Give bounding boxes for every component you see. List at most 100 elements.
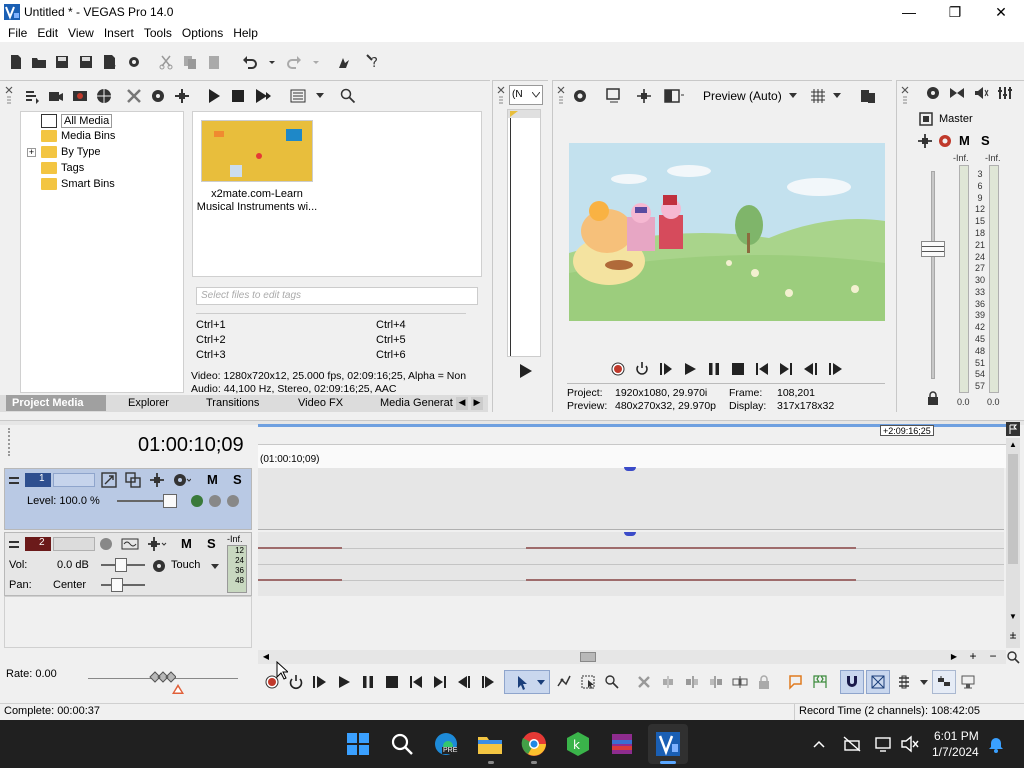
chevron-down-icon[interactable] xyxy=(920,680,928,686)
zoom-out-horizontal-button[interactable]: − xyxy=(986,650,1000,664)
video-output-fx-icon[interactable] xyxy=(635,87,653,105)
remove-media-icon[interactable] xyxy=(126,88,142,104)
split-screen-view-icon[interactable] xyxy=(663,87,685,105)
preview-close-icon[interactable] xyxy=(556,85,566,107)
save-as-icon[interactable] xyxy=(78,54,94,70)
tab-media-generators[interactable]: Media Generat xyxy=(374,395,459,411)
clock-date[interactable]: 1/7/2024 xyxy=(932,745,979,759)
tab-explorer[interactable]: Explorer xyxy=(122,395,175,411)
tree-item-all-media[interactable]: All Media xyxy=(41,114,113,128)
track1-mute-button[interactable]: M xyxy=(207,472,218,487)
master-fx-icon[interactable] xyxy=(917,133,933,149)
close-button[interactable]: ✕ xyxy=(978,0,1024,24)
track1-solo-button[interactable]: S xyxy=(233,472,242,487)
split-icon[interactable] xyxy=(732,674,748,690)
zoom-tool-icon[interactable] xyxy=(1006,650,1020,664)
preview-quality-dropdown[interactable]: Preview (Auto) xyxy=(703,89,782,103)
scroll-thumb[interactable] xyxy=(580,652,596,662)
arm-for-record-icon[interactable] xyxy=(99,537,113,551)
lock-envelopes-icon[interactable] xyxy=(960,674,976,690)
whats-this-help-icon[interactable]: ? xyxy=(366,54,382,70)
clock-time[interactable]: 6:01 PM xyxy=(934,729,979,743)
tabs-scroll-right-button[interactable]: ▶ xyxy=(471,397,483,410)
undo-dropdown-icon[interactable] xyxy=(268,54,276,70)
track-header-video-1[interactable]: 1 M S Level: 100.0 % xyxy=(4,468,252,530)
menu-insert[interactable]: Insert xyxy=(100,26,138,40)
winrar-icon[interactable] xyxy=(608,730,636,758)
file-explorer-icon[interactable] xyxy=(476,730,504,758)
scroll-up-button[interactable]: ▲ xyxy=(1006,438,1020,452)
tab-project-media[interactable]: Project Media xyxy=(6,395,106,411)
save-icon[interactable] xyxy=(54,54,70,70)
minimize-button[interactable]: — xyxy=(886,0,932,24)
start-preview-icon[interactable] xyxy=(206,88,222,104)
ruler-ticks-area[interactable] xyxy=(258,444,1006,468)
master-close-icon[interactable] xyxy=(900,85,910,107)
copy-icon[interactable] xyxy=(182,54,198,70)
preview-go-to-end-icon[interactable] xyxy=(779,362,793,376)
preview-properties-gear-icon[interactable] xyxy=(571,87,589,105)
delete-icon[interactable] xyxy=(636,674,652,690)
previous-frame-icon[interactable] xyxy=(456,674,472,690)
preview-go-to-start-icon[interactable] xyxy=(755,362,769,376)
chevron-down-icon[interactable] xyxy=(833,93,841,99)
interactive-tutorials-icon[interactable] xyxy=(336,54,352,70)
track-blend-modes-icon[interactable] xyxy=(189,493,243,509)
properties-gear-icon[interactable] xyxy=(126,54,142,70)
play-icon[interactable] xyxy=(336,674,352,690)
notification-bell-icon[interactable] xyxy=(988,735,1004,753)
trimmer-timeline[interactable] xyxy=(507,109,541,357)
play-from-start-icon[interactable] xyxy=(312,674,328,690)
track-compositing-icon[interactable] xyxy=(125,472,141,488)
marker-flag-icon[interactable] xyxy=(1006,422,1020,436)
track-header-audio-2[interactable]: 2 M S -Inf. 12 24 36 48 Vol: 0.0 dB Touc… xyxy=(4,532,252,596)
mixer-speaker-icon[interactable] xyxy=(973,85,989,101)
shortcut-ctrl-6[interactable]: Ctrl+6 xyxy=(376,349,406,361)
mixer-downmix-icon[interactable] xyxy=(949,85,965,101)
track-lane-audio-2[interactable] xyxy=(258,532,1004,596)
menu-view[interactable]: View xyxy=(64,26,98,40)
lock-event-icon[interactable] xyxy=(756,674,772,690)
trimmer-play-icon[interactable] xyxy=(519,363,533,379)
auto-ripple-button[interactable] xyxy=(932,670,956,694)
kaspersky-icon[interactable]: k xyxy=(564,730,592,758)
master-mute-button[interactable]: M xyxy=(959,133,970,148)
tree-item-by-type[interactable]: By Type xyxy=(41,146,101,158)
windows-start-icon[interactable] xyxy=(344,730,372,758)
selection-edit-tool-icon[interactable] xyxy=(580,674,596,690)
timeline-horizontal-scrollbar[interactable]: ◀ ▶ + − xyxy=(258,650,1006,664)
display-icon[interactable] xyxy=(874,735,894,753)
tabs-scroll-left-button[interactable]: ◀ xyxy=(456,397,468,410)
redo-dropdown-icon[interactable] xyxy=(312,54,320,70)
zoom-in-horizontal-button[interactable]: + xyxy=(966,650,980,664)
scroll-right-button[interactable]: ▶ xyxy=(948,650,960,664)
track-name-field[interactable] xyxy=(53,473,95,487)
media-fx-icon[interactable] xyxy=(174,88,190,104)
master-solo-button[interactable]: S xyxy=(981,133,990,148)
search-icon[interactable] xyxy=(388,730,416,758)
track2-pan-slider-handle[interactable] xyxy=(111,578,123,592)
preview-play-icon[interactable] xyxy=(683,362,697,376)
panel-close-icon[interactable] xyxy=(4,85,14,107)
trimmer-history-dropdown[interactable]: (N xyxy=(509,85,543,105)
copy-snapshot-icon[interactable] xyxy=(859,87,877,105)
tree-item-smart-bins[interactable]: Smart Bins xyxy=(41,178,115,190)
volume-muted-icon[interactable] xyxy=(900,735,920,753)
get-media-from-device-icon[interactable] xyxy=(72,88,88,104)
track-list-empty-area[interactable] xyxy=(4,596,252,648)
track-gear-icon[interactable] xyxy=(173,472,191,488)
lock-icon[interactable] xyxy=(927,391,939,405)
network-icon[interactable] xyxy=(842,735,862,753)
track2-solo-button[interactable]: S xyxy=(207,536,216,551)
track-invert-phase-icon[interactable] xyxy=(121,536,139,552)
ignore-event-grouping-icon[interactable] xyxy=(896,674,912,690)
track2-pan-slider[interactable] xyxy=(101,584,145,586)
trim-icon[interactable] xyxy=(660,674,676,690)
media-thumbnail[interactable] xyxy=(201,120,313,182)
mixer-channels-icon[interactable] xyxy=(997,85,1013,101)
paste-icon[interactable] xyxy=(206,54,222,70)
track-name-field[interactable] xyxy=(53,537,95,551)
redo-icon[interactable] xyxy=(286,54,302,70)
auto-crossfade-button[interactable] xyxy=(866,670,890,694)
preview-next-frame-icon[interactable] xyxy=(827,362,843,376)
